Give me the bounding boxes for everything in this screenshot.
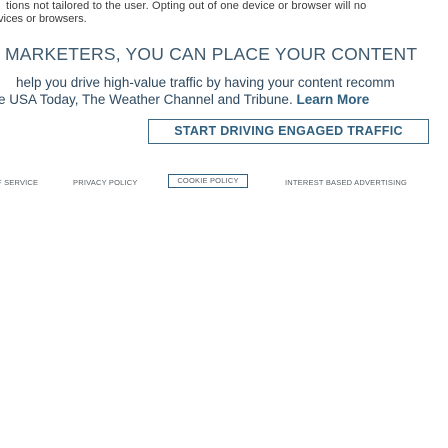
footer-links: F SERVICE PRIVACY POLICY COOKIE POLICY I…	[0, 174, 448, 190]
marketers-description-line-1: help you drive high-value traffic by hav…	[16, 75, 395, 90]
learn-more-link[interactable]: Learn More	[296, 92, 369, 107]
footer-terms-of-service-link[interactable]: F SERVICE	[0, 176, 38, 190]
page-viewport: tions not tailored to the user. Opting o…	[0, 0, 448, 448]
opt-out-notice-line-2: vices or browsers.	[0, 13, 87, 25]
marketers-heading: MARKETERS, YOU CAN PLACE YOUR CONTENT	[5, 44, 418, 64]
footer-cookie-policy-link[interactable]: COOKIE POLICY	[168, 174, 248, 188]
start-driving-traffic-button[interactable]: START DRIVING ENGAGED TRAFFIC	[148, 119, 429, 144]
opt-out-notice-line-1: tions not tailored to the user. Opting o…	[6, 0, 367, 12]
footer-privacy-policy-link[interactable]: PRIVACY POLICY	[73, 176, 138, 190]
footer-interest-based-advertising-link[interactable]: INTEREST BASED ADVERTISING	[285, 176, 407, 190]
marketers-description-line-2: e USA Today, The Weather Channel and Tri…	[0, 91, 369, 108]
marketers-description-text: e USA Today, The Weather Channel and Tri…	[0, 92, 297, 107]
